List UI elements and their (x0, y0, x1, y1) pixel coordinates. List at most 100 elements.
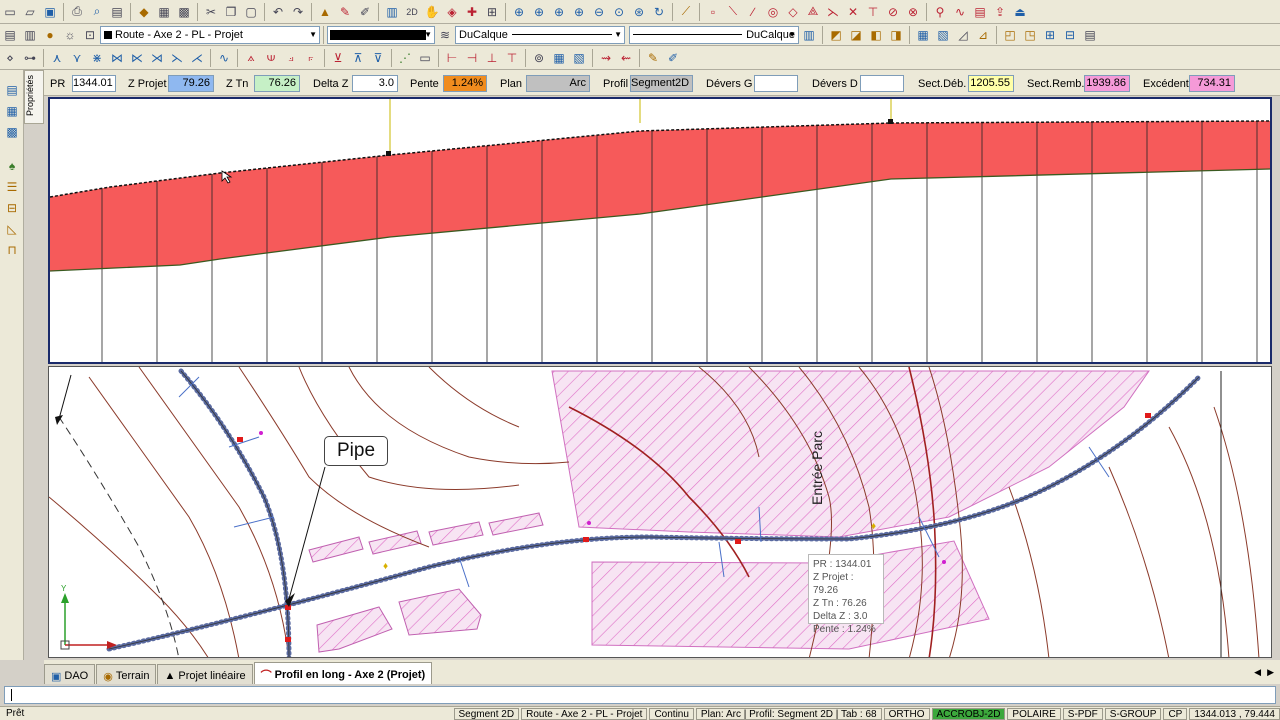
excedent-field[interactable]: 734.31 (1189, 75, 1235, 92)
deversg-field[interactable] (754, 75, 798, 92)
status-item[interactable]: Continu (649, 707, 694, 720)
profile-add-arrow-icon[interactable]: ⇝ (597, 49, 615, 67)
plan-view[interactable]: ♦ ♦ Y (48, 366, 1272, 658)
open-folder-icon[interactable]: ▱ (21, 3, 39, 21)
snap-perpendicular-icon[interactable]: ⊤ (864, 3, 882, 21)
snap-line-icon[interactable]: ∕ (744, 3, 762, 21)
connect-icon[interactable]: ⟔ (302, 49, 320, 67)
zoom-all-icon[interactable]: ⊛ (630, 3, 648, 21)
hatched-zone-lower[interactable] (591, 540, 990, 650)
publish-icon[interactable]: ▤ (108, 3, 126, 21)
vertex-edit-icon[interactable]: ⋋ (168, 49, 186, 67)
status-item[interactable]: S-PDF (1062, 707, 1103, 720)
deltaz-field[interactable]: 3.0 (352, 75, 398, 92)
vertex-move-icon[interactable]: ⋇ (88, 49, 106, 67)
profil-field[interactable]: Segment2D (630, 75, 693, 92)
vertex-marker-2[interactable] (888, 119, 893, 124)
building-6[interactable] (398, 588, 482, 636)
profile-grade-icon[interactable]: ⋰ (396, 49, 414, 67)
align-icon[interactable]: ◰ (1001, 26, 1019, 44)
hatched-zone-park[interactable] (551, 370, 1150, 538)
profile-slope-icon[interactable]: ⊥ (483, 49, 501, 67)
pipe-callout[interactable]: Pipe (324, 436, 388, 466)
profile-view-icon[interactable]: ▭ (416, 49, 434, 67)
layer-manager-icon[interactable]: ◆ (135, 3, 153, 21)
profile-brush-icon[interactable]: ✐ (664, 49, 682, 67)
profile-dup-icon[interactable]: ⊼ (349, 49, 367, 67)
tangent-icon[interactable]: ⟒ (262, 49, 280, 67)
linetype-combo[interactable]: DuCalque ▼ (455, 25, 625, 44)
group-icon[interactable]: ◩ (827, 26, 845, 44)
profile-pv-icon[interactable]: ⊻ (329, 49, 347, 67)
zoom-out-icon[interactable]: ⊖ (590, 3, 608, 21)
properties-side-tab[interactable]: Propriétés (24, 70, 44, 124)
properties-icon[interactable]: ▦ (155, 3, 173, 21)
plot-style-icon[interactable]: ▥ (800, 26, 818, 44)
snap-midpoint-icon[interactable]: ⟍ (724, 3, 742, 21)
pcv-icon[interactable]: ⟑ (242, 49, 260, 67)
insert-icon[interactable]: ▧ (934, 26, 952, 44)
save-icon[interactable]: ▣ (41, 3, 59, 21)
vertex-insert-icon[interactable]: ⋎ (68, 49, 86, 67)
color-combo[interactable]: ▼ (327, 25, 435, 44)
view-3d-icon[interactable]: ◈ (443, 3, 461, 21)
section-icon[interactable]: ⊓ (3, 241, 21, 259)
vertex-list-icon[interactable]: ⋌ (188, 49, 206, 67)
measure-icon[interactable]: ⟋ (677, 3, 695, 21)
snap-center-icon[interactable]: ◎ (764, 3, 782, 21)
tab-dao[interactable]: ▣ DAO (44, 664, 96, 684)
deversd-field[interactable] (860, 75, 904, 92)
layer-combo[interactable]: Route - Axe 2 - PL - Projet ▼ (100, 25, 320, 44)
paste-icon[interactable]: ▢ (242, 3, 260, 21)
designcenter-icon[interactable]: ▩ (175, 3, 193, 21)
array-icon[interactable]: ⊞ (1041, 26, 1059, 44)
snap-tangent-icon[interactable]: ⟁ (804, 3, 822, 21)
long-profile-view[interactable] (48, 97, 1272, 364)
vertex-delete-icon[interactable]: ⋈ (108, 49, 126, 67)
pdf-icon[interactable]: ▤ (971, 3, 989, 21)
redo-icon[interactable]: ↷ (289, 3, 307, 21)
profile-bracket-icon[interactable]: ⊢ (443, 49, 461, 67)
snap-endpoint-icon[interactable]: ▫ (704, 3, 722, 21)
pan-hand-icon[interactable]: ✋ (423, 3, 441, 21)
layer-stack-icon[interactable]: ≋ (436, 26, 454, 44)
plan-canvas[interactable]: ♦ ♦ Y (49, 367, 1272, 658)
profile-link-icon[interactable]: ⊶ (21, 49, 39, 67)
attach-icon[interactable]: ⊿ (974, 26, 992, 44)
drawing-icon[interactable]: ▦ (3, 102, 21, 120)
profile-paint-icon[interactable]: ✎ (644, 49, 662, 67)
layer-sun-icon[interactable]: ☼ (61, 26, 79, 44)
slope-icon[interactable]: ◺ (3, 220, 21, 238)
vertex-add-icon[interactable]: ⋏ (48, 49, 66, 67)
brush-icon[interactable]: ✐ (356, 3, 374, 21)
tab-profil-en-long[interactable]: ⌒ Profil en long - Axe 2 (Projet) (253, 662, 433, 684)
grid-icon[interactable]: ▩ (3, 123, 21, 141)
profile-end-icon[interactable]: ⊣ (463, 49, 481, 67)
vertex-split-icon[interactable]: ⋉ (128, 49, 146, 67)
zoom-extents-icon[interactable]: ⊙ (610, 3, 628, 21)
distribute-icon[interactable]: ◳ (1021, 26, 1039, 44)
sectremb-field[interactable]: 1939.86 (1084, 75, 1130, 92)
undo-icon[interactable]: ↶ (269, 3, 287, 21)
profile-point-icon[interactable]: ⊤ (503, 49, 521, 67)
match-properties-icon[interactable]: ▲ (316, 3, 334, 21)
zoom-previous-icon[interactable]: ⊕ (550, 3, 568, 21)
view-grid-icon[interactable]: ⊞ (483, 3, 501, 21)
status-item[interactable]: Route - Axe 2 - PL - Projet (521, 707, 648, 720)
command-line[interactable] (4, 686, 1276, 704)
xref-icon[interactable]: ◿ (954, 26, 972, 44)
scroll-right-icon[interactable]: ▶ (1267, 667, 1274, 678)
layout-icon[interactable]: ▤ (3, 81, 21, 99)
status-item[interactable]: ORTHO (883, 707, 930, 720)
lineweight-combo[interactable]: DuCalque ▼ (629, 25, 799, 44)
building-4[interactable] (488, 512, 544, 536)
tab-projet-lineaire[interactable]: ▲ Projet linéaire (157, 664, 253, 684)
building-3[interactable] (428, 521, 484, 546)
layer-previous-icon[interactable]: ▥ (21, 26, 39, 44)
curve-icon[interactable]: ∿ (215, 49, 233, 67)
block-icon[interactable]: ▦ (914, 26, 932, 44)
status-item[interactable]: Segment 2D (453, 707, 520, 720)
snap-quadrant-icon[interactable]: ◇ (784, 3, 802, 21)
view-rotate-icon[interactable]: ✚ (463, 3, 481, 21)
status-item[interactable]: CP (1163, 707, 1188, 720)
